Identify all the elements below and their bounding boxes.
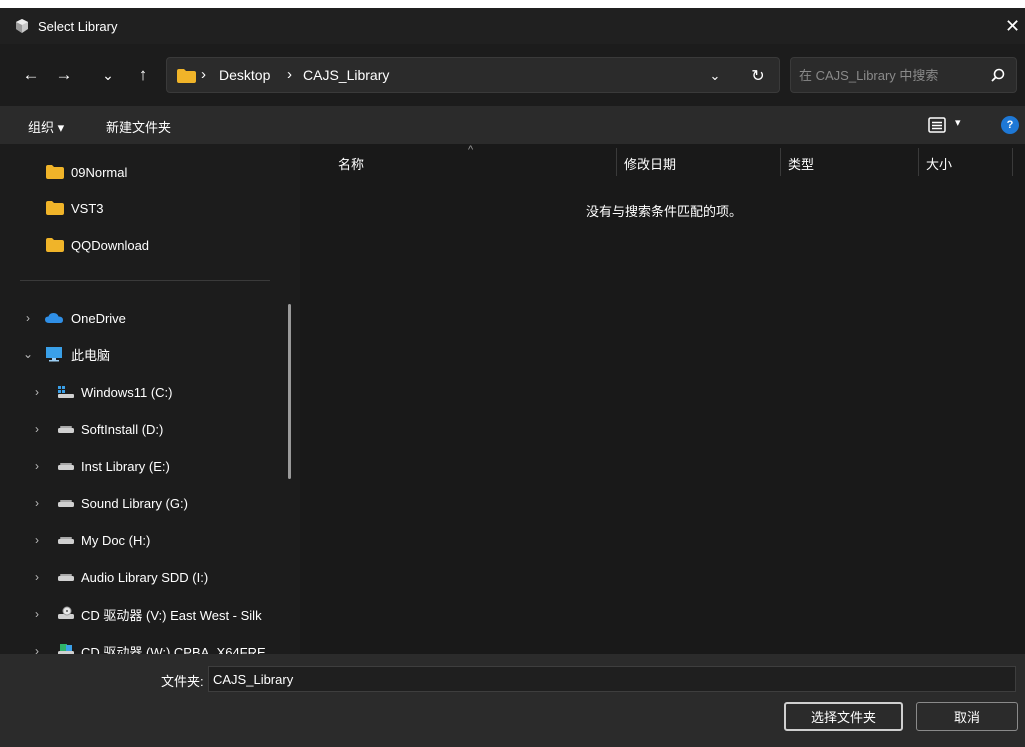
chevron-right-icon[interactable]: ›: [30, 422, 44, 436]
help-icon[interactable]: ?: [1001, 116, 1019, 134]
drive-icon: [58, 574, 74, 581]
sidebar-item-label: Audio Library SDD (I:): [81, 569, 209, 585]
sidebar-item-vst3[interactable]: VST3: [0, 190, 300, 226]
sidebar-item-inst-library-e[interactable]: › Inst Library (E:): [0, 448, 300, 484]
column-divider[interactable]: [616, 148, 617, 176]
sort-ascending-icon: ^: [468, 144, 474, 156]
breadcrumb-separator: ›: [201, 66, 206, 83]
back-button[interactable]: ←: [18, 62, 44, 88]
cloud-icon: [45, 313, 63, 323]
refresh-button[interactable]: ↻: [747, 65, 769, 87]
sidebar-item-my-doc-h[interactable]: › My Doc (H:): [0, 522, 300, 558]
chevron-right-icon[interactable]: ›: [21, 311, 35, 325]
chevron-right-icon[interactable]: ›: [30, 607, 44, 621]
sidebar-item-onedrive[interactable]: › OneDrive: [0, 300, 300, 336]
drive-icon: [58, 537, 74, 544]
cd-drive-icon: [58, 606, 74, 619]
folder-icon: [46, 165, 64, 179]
forward-button[interactable]: →: [51, 62, 77, 88]
view-dropdown-button[interactable]: ▾: [955, 116, 961, 129]
column-header-name[interactable]: 名称: [338, 154, 364, 173]
column-header-date-modified[interactable]: 修改日期: [624, 154, 676, 173]
new-folder-button[interactable]: 新建文件夹: [106, 117, 171, 136]
file-list[interactable]: ^ 名称 修改日期 类型 大小 没有与搜索条件匹配的项。: [300, 144, 1025, 654]
search-input[interactable]: [799, 65, 979, 85]
folder-icon: [46, 238, 64, 252]
address-dropdown-button[interactable]: ⌄: [705, 66, 725, 86]
close-button[interactable]: ✕: [1000, 12, 1025, 40]
sidebar-item-label: CD 驱动器 (V:) East West - Silk: [81, 607, 262, 623]
chevron-right-icon[interactable]: ›: [30, 570, 44, 584]
column-divider[interactable]: [918, 148, 919, 176]
breadcrumb-separator: ›: [287, 66, 292, 83]
drive-icon: [58, 463, 74, 470]
system-drive-icon: [58, 386, 74, 398]
chevron-right-icon[interactable]: ›: [30, 385, 44, 399]
computer-icon: [46, 347, 62, 362]
chevron-down-icon[interactable]: ⌄: [21, 347, 35, 361]
column-header-type[interactable]: 类型: [788, 154, 814, 173]
chevron-right-icon[interactable]: ›: [30, 496, 44, 510]
recent-locations-button[interactable]: ⌄: [95, 62, 121, 88]
folder-icon: [177, 69, 196, 83]
dialog-footer: 文件夹: 选择文件夹 取消: [0, 654, 1025, 747]
cancel-button[interactable]: 取消: [916, 702, 1018, 731]
app-icon: [16, 19, 28, 33]
sidebar-item-label: SoftInstall (D:): [81, 421, 164, 437]
folder-name-input[interactable]: [208, 666, 1016, 692]
drive-icon: [58, 426, 74, 433]
navigation-pane: 09Normal VST3 QQDownload › OneDrive ⌄ 此电…: [0, 144, 300, 654]
column-header-size[interactable]: 大小: [926, 154, 952, 173]
sidebar-divider: [20, 280, 270, 281]
address-bar[interactable]: › Desktop › CAJS_Library ⌄ ↻: [166, 57, 780, 93]
sidebar-item-label: Inst Library (E:): [81, 458, 170, 474]
chevron-right-icon[interactable]: ›: [30, 644, 44, 654]
folder-icon: [46, 201, 64, 215]
sidebar-item-label: My Doc (H:): [81, 532, 151, 548]
sidebar-item-windows11-c[interactable]: › Windows11 (C:): [0, 374, 300, 410]
desktop-strip: [0, 0, 1025, 8]
window-title: Select Library: [38, 19, 118, 34]
sidebar-item-label: Windows11 (C:): [81, 384, 173, 400]
sidebar-item-softinstall-d[interactable]: › SoftInstall (D:): [0, 411, 300, 447]
chevron-right-icon[interactable]: ›: [30, 533, 44, 547]
sidebar-item-09normal[interactable]: 09Normal: [0, 154, 300, 190]
sidebar-item-label: CD 驱动器 (W:) CPBA_X64FRE_: [81, 644, 273, 655]
sidebar-item-qqdownload[interactable]: QQDownload: [0, 227, 300, 263]
title-bar: Select Library ✕: [0, 8, 1025, 44]
search-icon[interactable]: [989, 67, 1007, 85]
empty-results-message: 没有与搜索条件匹配的项。: [586, 204, 743, 219]
drive-icon: [58, 500, 74, 507]
view-options-icon[interactable]: [928, 116, 946, 134]
cd-drive-icon: [58, 644, 74, 654]
search-box: [790, 57, 1017, 93]
navigation-bar: ← → ⌄ ↑ › Desktop › CAJS_Library ⌄ ↻: [0, 44, 1025, 106]
column-divider[interactable]: [780, 148, 781, 176]
sidebar-item-cd-drive-w[interactable]: › CD 驱动器 (W:) CPBA_X64FRE_: [0, 633, 300, 654]
sidebar-item-audio-library-sdd-i[interactable]: › Audio Library SDD (I:): [0, 559, 300, 595]
sidebar-item-label: Sound Library (G:): [81, 495, 188, 511]
organize-menu[interactable]: 组织 ▾: [28, 117, 64, 136]
sidebar-item-cd-drive-v[interactable]: › CD 驱动器 (V:) East West - Silk: [0, 596, 300, 632]
sidebar-item-label: 09Normal: [71, 164, 128, 180]
command-bar: 组织 ▾ 新建文件夹 ▾ ?: [0, 106, 1025, 144]
breadcrumb-desktop[interactable]: Desktop: [219, 67, 270, 83]
sidebar-item-label: 此电脑: [71, 347, 111, 363]
select-folder-button[interactable]: 选择文件夹: [784, 702, 903, 731]
up-button[interactable]: ↑: [130, 62, 156, 88]
sidebar-item-sound-library-g[interactable]: › Sound Library (G:): [0, 485, 300, 521]
breadcrumb-cajs-library[interactable]: CAJS_Library: [303, 67, 389, 83]
sidebar-item-label: OneDrive: [71, 310, 126, 326]
folder-label: 文件夹:: [161, 674, 204, 689]
sidebar-item-label: VST3: [71, 200, 104, 216]
column-divider[interactable]: [1012, 148, 1013, 176]
select-library-dialog: Select Library ✕ ← → ⌄ ↑ › Desktop › CAJ…: [0, 8, 1025, 747]
chevron-right-icon[interactable]: ›: [30, 459, 44, 473]
sidebar-item-label: QQDownload: [71, 237, 150, 253]
sidebar-item-this-pc[interactable]: ⌄ 此电脑: [0, 336, 300, 372]
